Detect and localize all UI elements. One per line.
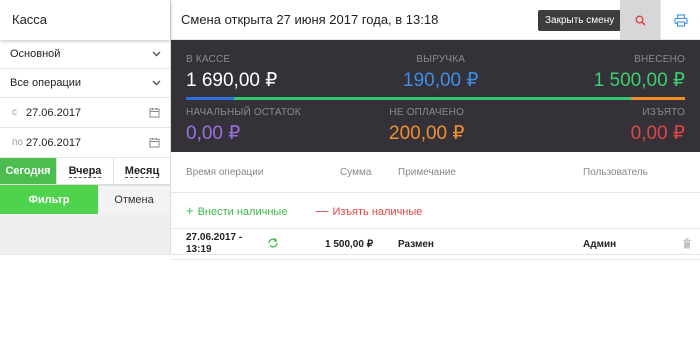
stat-unpaid: НЕ ОПЛАЧЕНО 200,00 ₽ <box>389 107 464 145</box>
stat-withdrawn: ИЗЪЯТО 0,00 ₽ <box>631 107 685 145</box>
column-user: Пользователь <box>583 166 648 178</box>
deposit-cash-link[interactable]: + Внести наличные <box>186 203 287 218</box>
stat-in-cash-label: В КАССЕ <box>186 54 231 65</box>
period-month-label: Месяц <box>124 164 160 178</box>
date-to-prefix: по <box>12 137 23 148</box>
cash-actions: + Внести наличные — Изъять наличные <box>171 193 700 228</box>
close-shift-button[interactable] <box>620 0 660 40</box>
date-from-field[interactable]: с 27.06.2017 <box>0 98 170 128</box>
stat-withdrawn-label: ИЗЪЯТО <box>642 107 685 118</box>
stat-deposited-label: ВНЕСЕНО <box>634 54 685 65</box>
header: Смена открыта 27 июня 2017 года, в 13:18… <box>171 0 700 40</box>
sidebar: Касса Основной Все операции с 27.06.2017… <box>0 0 171 254</box>
stat-revenue: ВЫРУЧКА 190,00 ₽ <box>403 54 478 92</box>
cashbox-select[interactable]: Основной <box>0 40 170 69</box>
close-shift-tooltip: Закрыть смену <box>538 10 627 31</box>
table-header: Время операции Сумма Примечание Пользова… <box>171 152 700 193</box>
sidebar-empty-area <box>0 214 170 254</box>
period-yesterday-label: Вчера <box>68 164 102 178</box>
plus-icon: + <box>186 203 194 218</box>
period-tabs: Сегодня Вчера Месяц <box>0 158 170 185</box>
date-from-prefix: с <box>12 107 17 118</box>
period-month-button[interactable]: Месяц <box>114 158 170 184</box>
stat-withdrawn-value: 0,00 ₽ <box>630 123 685 144</box>
operations-select-value: Все операции <box>10 77 82 89</box>
chevron-down-icon <box>152 51 161 57</box>
withdraw-cash-label: Изъять наличные <box>332 206 423 218</box>
stat-in-cash: В КАССЕ 1 690,00 ₽ <box>186 54 277 92</box>
stat-unpaid-value: 200,00 ₽ <box>389 123 465 144</box>
row-time: 27.06.2017 - 13:19 <box>186 232 242 256</box>
minus-icon: — <box>315 203 329 218</box>
calendar-icon[interactable] <box>149 107 160 118</box>
print-icon <box>673 13 688 27</box>
search-icon <box>635 15 646 26</box>
sidebar-title: Касса <box>0 0 170 40</box>
column-note: Примечание <box>398 166 456 178</box>
operations-table: Время операции Сумма Примечание Пользова… <box>171 152 700 260</box>
row-amount: 1 500,00 ₽ <box>325 239 374 250</box>
exchange-icon <box>268 238 278 248</box>
trash-icon[interactable] <box>682 238 692 249</box>
stat-opening-value: 0,00 ₽ <box>186 123 241 144</box>
withdraw-cash-link[interactable]: — Изъять наличные <box>315 203 422 218</box>
row-note: Размен <box>398 239 434 250</box>
cancel-button[interactable]: Отмена <box>98 185 170 214</box>
revenue-share-bar <box>186 97 234 100</box>
page-title: Смена открыта 27 июня 2017 года, в 13:18 <box>181 12 439 27</box>
stat-opening-label: НАЧАЛЬНЫЙ ОСТАТОК <box>186 107 301 118</box>
filter-button[interactable]: Фильтр <box>0 185 98 214</box>
table-row[interactable]: 27.06.2017 - 13:19 1 500,00 ₽ Размен Адм… <box>171 228 700 260</box>
column-time: Время операции <box>186 166 264 178</box>
stat-unpaid-label: НЕ ОПЛАЧЕНО <box>389 107 465 118</box>
stat-revenue-label: ВЫРУЧКА <box>416 54 466 65</box>
period-today-button[interactable]: Сегодня <box>0 158 57 184</box>
unpaid-share-bar <box>631 97 685 100</box>
calendar-icon[interactable] <box>149 137 160 148</box>
stat-in-cash-value: 1 690,00 ₽ <box>186 70 278 91</box>
print-button[interactable] <box>660 0 700 40</box>
column-amount: Сумма <box>340 166 372 178</box>
content-bottom-divider <box>0 254 700 255</box>
date-to-value: 27.06.2017 <box>26 136 82 149</box>
cashbox-select-value: Основной <box>10 48 61 60</box>
row-time-date: 27.06.2017 - <box>186 232 243 243</box>
deposit-share-bar <box>234 97 631 100</box>
date-to-field[interactable]: по 27.06.2017 <box>0 128 170 158</box>
shift-stats-panel: В КАССЕ 1 690,00 ₽ ВЫРУЧКА 190,00 ₽ ВНЕС… <box>171 40 700 152</box>
stat-deposited-value: 1 500,00 ₽ <box>593 70 685 91</box>
stat-revenue-value: 190,00 ₽ <box>403 70 479 91</box>
stat-deposited: ВНЕСЕНО 1 500,00 ₽ <box>594 54 685 92</box>
stat-opening-balance: НАЧАЛЬНЫЙ ОСТАТОК 0,00 ₽ <box>186 107 301 145</box>
date-from-value: 27.06.2017 <box>26 106 82 119</box>
row-user: Админ <box>583 239 617 250</box>
deposit-cash-label: Внести наличные <box>197 206 288 218</box>
operations-select[interactable]: Все операции <box>0 69 170 98</box>
filter-actions: Фильтр Отмена <box>0 185 170 214</box>
chevron-down-icon <box>152 80 161 86</box>
period-yesterday-button[interactable]: Вчера <box>57 158 114 184</box>
